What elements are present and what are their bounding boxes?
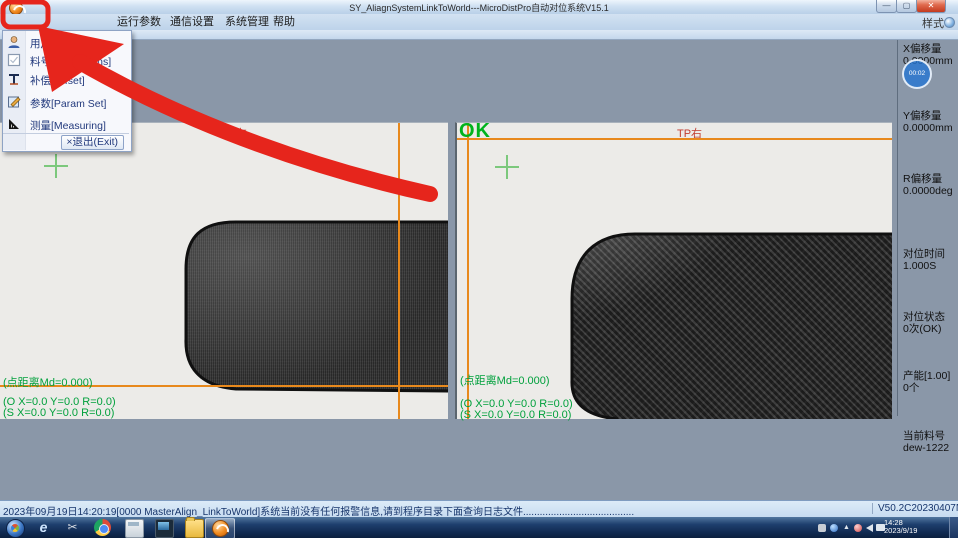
menu-item-offset-label: 补偿[Offset] — [30, 73, 85, 88]
crosshair-right — [495, 155, 519, 179]
menu-item-run-params[interactable]: 运行参数 — [113, 15, 165, 29]
menu-item-simulations[interactable]: 料号[Simulations] — [3, 52, 129, 68]
right-offset-s-readout: (S X=0.0 Y=0.0 R=0.0) — [460, 409, 571, 421]
recording-timer-overlay: 00:02 — [902, 59, 932, 89]
computer-icon[interactable] — [155, 519, 174, 538]
volume-icon[interactable] — [866, 524, 873, 532]
crosshair-left — [44, 154, 68, 178]
metric-label: R偏移量 — [903, 173, 958, 185]
snipping-tool-icon[interactable]: ✂ — [64, 519, 81, 536]
tray-expand-icon[interactable]: ▲ — [843, 523, 849, 532]
align-line-vertical-left — [398, 123, 400, 419]
user-icon — [7, 35, 21, 49]
metric-current-part: 当前料号 dew-1222 — [903, 430, 958, 454]
metric-y-offset: Y偏移量 0.0000mm — [903, 110, 958, 134]
metric-value: 0.0000mm — [903, 122, 958, 134]
windows-taskbar: e ✂ ▲ 14:28 2023/9/19 — [0, 517, 958, 538]
status-message: 2023年09月19日14:20:19[0000 MasterAlign_Lin… — [3, 503, 865, 518]
toolbar-strip — [0, 30, 958, 40]
app-window: SY_AliagnSystemLinkToWorld---MicroDistPr… — [0, 0, 958, 538]
clock-date: 2023/9/19 — [884, 527, 944, 535]
menu-item-system-mgmt[interactable]: 系统管理 — [221, 15, 273, 29]
minimize-button[interactable]: — — [876, 0, 897, 13]
menu-item-params-label: 参数[Param Set] — [30, 96, 106, 111]
metric-value: 1.000S — [903, 260, 958, 272]
active-app-button[interactable] — [205, 518, 235, 538]
style-dropdown-icon[interactable] — [944, 17, 955, 28]
param-icon — [7, 95, 21, 109]
menu-item-measuring[interactable]: 测量[Measuring] — [3, 116, 129, 132]
menu-item-comm-settings[interactable]: 通信设置 — [166, 15, 218, 29]
maximize-button[interactable]: ▢ — [896, 0, 917, 13]
version-label: V50.2C20230407N — [872, 503, 958, 514]
metric-value: 0.0000deg — [903, 185, 958, 197]
metric-r-offset: R偏移量 0.0000deg — [903, 173, 958, 197]
camera-view-right[interactable]: OK TP右 (点距离Md=0.000) (O X=0.0 Y=0.0 R=0.… — [455, 122, 892, 419]
align-result-badge: OK — [459, 120, 491, 143]
chrome-icon[interactable] — [94, 519, 111, 536]
metric-label: X偏移量 — [903, 43, 958, 55]
left-offset-s-readout: (S X=0.0 Y=0.0 R=0.0) — [3, 407, 114, 419]
metric-label: 对位状态 — [903, 311, 958, 323]
menu-bar: 运行参数 通信设置 系统管理 帮助 样式 — [0, 14, 958, 31]
metric-label: 对位时间 — [903, 248, 958, 260]
align-line-horizontal-right — [457, 138, 892, 140]
simulations-icon — [7, 53, 21, 67]
align-app-icon — [212, 520, 229, 537]
tray-device-icon[interactable] — [818, 524, 826, 532]
exit-label: 退出(Exit) — [73, 136, 119, 148]
menu-item-measuring-label: 测量[Measuring] — [30, 118, 106, 133]
title-bar: SY_AliagnSystemLinkToWorld---MicroDistPr… — [0, 0, 958, 15]
tray-recorder-icon[interactable] — [854, 524, 862, 532]
right-distance-readout: (点距离Md=0.000) — [460, 372, 550, 388]
sidebar-separator — [897, 40, 898, 416]
metric-align-status: 对位状态 0次(OK) — [903, 311, 958, 335]
taskbar-clock[interactable]: 14:28 2023/9/19 — [884, 519, 944, 535]
show-desktop-button[interactable] — [949, 517, 958, 538]
start-button[interactable] — [6, 519, 25, 538]
menu-item-user[interactable]: 用户[User] — [3, 34, 129, 50]
metric-capacity: 产能[1.00] 0个 — [903, 370, 958, 394]
calculator-icon[interactable] — [125, 519, 144, 538]
menu-item-simulations-label: 料号[Simulations] — [30, 54, 111, 69]
metric-value: 0次(OK) — [903, 323, 958, 335]
menu-item-help[interactable]: 帮助 — [269, 15, 299, 29]
window-title: SY_AliagnSystemLinkToWorld---MicroDistPr… — [0, 1, 958, 14]
dropdown-exit-row: ×退出(Exit) — [3, 133, 129, 151]
tray-bluetooth-icon[interactable] — [830, 524, 838, 532]
menu-item-offset[interactable]: 补偿[Offset] — [3, 71, 129, 87]
status-bar: 2023年09月19日14:20:19[0000 MasterAlign_Lin… — [0, 500, 958, 518]
file-explorer-icon[interactable] — [185, 519, 204, 538]
style-menu[interactable]: 样式 — [922, 15, 944, 31]
measuring-icon — [7, 117, 21, 131]
left-distance-readout: (点距离Md=0.000) — [3, 374, 93, 390]
offset-icon — [7, 72, 21, 86]
metric-label: 当前料号 — [903, 430, 958, 442]
metric-value: 0个 — [903, 382, 958, 394]
close-button[interactable]: ✕ — [916, 0, 946, 13]
internet-explorer-icon[interactable]: e — [35, 519, 52, 536]
camera-left-label: TP左 — [222, 125, 247, 141]
camera-view-left[interactable]: TP左 (点距离Md=0.000) (O X=0.0 Y=0.0 R=0.0) … — [0, 122, 448, 419]
metric-label: 产能[1.00] — [903, 370, 958, 382]
menu-item-params[interactable]: 参数[Param Set] — [3, 94, 129, 110]
exit-button[interactable]: ×退出(Exit) — [61, 135, 124, 150]
menu-item-user-label: 用户[User] — [30, 36, 79, 51]
metric-align-time: 对位时间 1.000S — [903, 248, 958, 272]
main-dropdown-menu: 用户[User] 料号[Simulations] 补偿[Offset] 参数[P… — [2, 30, 132, 152]
metric-value: dew-1222 — [903, 442, 958, 454]
metric-label: Y偏移量 — [903, 110, 958, 122]
